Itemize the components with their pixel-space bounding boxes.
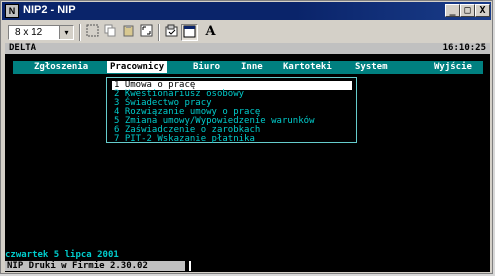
app-window: N NIP2 - NIP _ □ X 8 x 12 ▾ A DELTA 16:1… (0, 0, 493, 274)
text-cursor (189, 261, 191, 271)
title-bar[interactable]: N NIP2 - NIP _ □ X (2, 2, 491, 20)
maximize-button[interactable]: □ (460, 4, 475, 17)
menu-inne[interactable]: Inne (241, 62, 263, 72)
font-size-select[interactable]: 8 x 12 ▾ (8, 25, 74, 40)
console-screen[interactable]: DELTA 16:10:25 Zgłoszenia Pracownicy Biu… (5, 43, 490, 272)
console-status-bar: DELTA 16:10:25 (5, 43, 490, 54)
close-button[interactable]: X (475, 4, 490, 17)
select-icon[interactable] (84, 24, 101, 41)
copy-icon[interactable] (102, 24, 119, 41)
paste-icon[interactable] (120, 24, 137, 41)
properties-icon[interactable] (163, 24, 180, 41)
menu-wyjscie[interactable]: Wyjście (434, 62, 472, 72)
background-icon[interactable] (181, 24, 198, 41)
pracownicy-dropdown: 1 Umowa o pracę 2 Kwestionariusz osobowy… (106, 77, 357, 144)
minimize-button[interactable]: _ (445, 4, 460, 17)
toolbar: 8 x 12 ▾ A (2, 21, 491, 43)
clock: 16:10:25 (442, 43, 486, 53)
toolbar-separator (158, 24, 160, 41)
dropdown-item-pit2[interactable]: 7 PIT-2 Wskazanie płatnika (114, 135, 255, 144)
chevron-down-icon[interactable]: ▾ (59, 26, 73, 39)
toolbar-separator (79, 24, 81, 41)
company-name: DELTA (9, 43, 37, 53)
menu-pracownicy[interactable]: Pracownicy (107, 61, 168, 73)
app-icon[interactable]: N (5, 4, 19, 18)
font-size-value: 8 x 12 (15, 27, 43, 38)
menu-biuro[interactable]: Biuro (193, 62, 220, 72)
menu-system[interactable]: System (355, 62, 388, 72)
font-icon[interactable]: A (202, 24, 219, 41)
window-title: NIP2 - NIP (23, 4, 76, 16)
main-menu: Zgłoszenia Pracownicy Biuro Inne Kartote… (13, 61, 483, 74)
fullscreen-icon[interactable] (138, 24, 155, 41)
menu-kartoteki[interactable]: Kartoteki (283, 62, 332, 72)
menu-zgloszenia[interactable]: Zgłoszenia (34, 62, 88, 72)
date-line: czwartek 5 lipca 2001 (5, 250, 119, 260)
program-status: NIP Druki w Firmie 2.30.02 (5, 261, 185, 271)
